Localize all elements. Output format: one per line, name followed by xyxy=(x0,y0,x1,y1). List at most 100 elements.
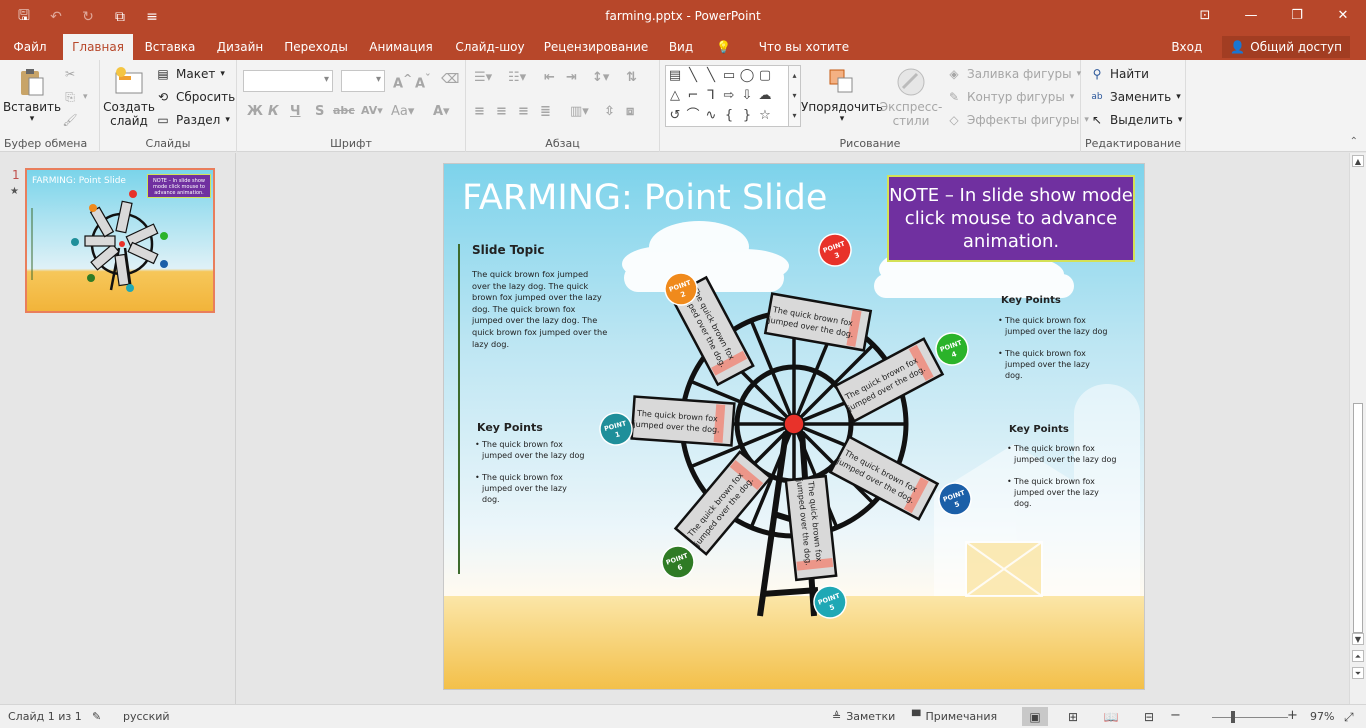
scroll-down-icon[interactable]: ▼ xyxy=(1352,633,1364,645)
slide-sorter-view-icon[interactable]: ⊞ xyxy=(1060,707,1086,726)
strikethrough-icon[interactable]: abc xyxy=(333,104,355,117)
cloud-shape-icon[interactable]: ☁ xyxy=(756,86,774,106)
point-badge[interactable]: POINT1 xyxy=(596,409,635,448)
customize-toolbar-icon[interactable]: ≡ xyxy=(138,5,166,29)
shape-effects-button[interactable]: ◇ Эффекты фигуры ▾ xyxy=(946,112,1089,128)
slide-topic-heading[interactable]: Slide Topic xyxy=(472,243,544,257)
slide-topic-body[interactable]: The quick brown fox jumped over the lazy… xyxy=(472,269,608,350)
italic-button[interactable]: К xyxy=(268,104,279,119)
start-slideshow-icon[interactable]: ⧉ xyxy=(106,5,134,29)
right-key-points-heading-2[interactable]: Key Points xyxy=(1009,424,1069,435)
arrange-button[interactable]: Упорядочить ▾ xyxy=(801,66,883,124)
font-color-icon[interactable]: A▾ xyxy=(433,104,450,119)
slide-canvas[interactable]: The quick brown fox jumped over the dog. T… xyxy=(444,164,1144,689)
tab-transitions[interactable]: Переходы xyxy=(278,34,354,60)
shapes-gallery[interactable]: ▤ ╲ ╲ ▭ ◯ ▢ △ ⌐ ⅂ ⇨ ⇩ ☁ ↺ ⌒ ∿{} ☆ ▴ ▾ ▾ xyxy=(665,65,801,127)
smartart-icon[interactable]: ⧈ xyxy=(626,104,634,119)
bracket-shape-icon[interactable]: ⌐ xyxy=(684,86,702,106)
left-key-points-list[interactable]: The quick brown fox jumped over the lazy… xyxy=(475,439,585,516)
paste-button[interactable]: Вставить ▾ xyxy=(3,66,61,124)
tab-insert[interactable]: Вставка xyxy=(138,34,202,60)
close-button[interactable]: ✕ xyxy=(1320,0,1366,30)
right-key-points-list-1[interactable]: The quick brown fox jumped over the lazy… xyxy=(998,315,1108,392)
brace-left-shape-icon[interactable]: { xyxy=(720,106,738,126)
collapse-ribbon-icon[interactable]: ⌃ xyxy=(1350,136,1358,147)
normal-view-icon[interactable]: ▣ xyxy=(1022,707,1048,726)
reset-button[interactable]: ⟲ Сбросить xyxy=(155,89,235,105)
change-case-button[interactable]: Аа▾ xyxy=(391,104,414,119)
columns-icon[interactable]: ▥▾ xyxy=(570,104,589,119)
point-badge[interactable]: POINT3 xyxy=(814,229,855,270)
gallery-scroll[interactable]: ▴ ▾ ▾ xyxy=(788,66,800,126)
underline-button[interactable]: Ч xyxy=(290,104,301,119)
tab-animation[interactable]: Анимация xyxy=(362,34,440,60)
star-shape-icon[interactable]: ☆ xyxy=(756,106,774,126)
fit-slide-icon[interactable]: ⤢ xyxy=(1344,710,1354,725)
ribbon-display-options-icon[interactable]: ⊡ xyxy=(1182,0,1228,30)
windmill-blade[interactable]: The quick brown foxjumped over the dog. xyxy=(833,337,945,423)
slide-thumbnail[interactable]: FARMING: Point Slide NOTE – In slide sho… xyxy=(25,168,215,313)
font-size-combo[interactable] xyxy=(341,70,385,92)
textbox-shape-icon[interactable]: ▤ xyxy=(666,66,684,86)
bold-button[interactable]: Ж xyxy=(247,104,263,119)
zoom-slider-track[interactable] xyxy=(1212,717,1288,718)
align-right-icon[interactable]: ≡ xyxy=(518,104,529,119)
find-button[interactable]: ⚲ Найти xyxy=(1089,66,1149,82)
point-badge[interactable]: POINT6 xyxy=(657,541,698,582)
clear-format-icon[interactable]: ⌫ xyxy=(441,72,459,87)
slideshow-view-icon[interactable]: ⊟ xyxy=(1136,707,1162,726)
zoom-level[interactable]: 97% xyxy=(1310,710,1334,723)
zoom-in-button[interactable]: + xyxy=(1287,708,1298,723)
reading-view-icon[interactable]: 📖 xyxy=(1098,707,1124,726)
tab-view[interactable]: Вид xyxy=(662,34,700,60)
redo-icon[interactable]: ↻ xyxy=(74,5,102,29)
scroll-up-icon[interactable]: ▲ xyxy=(1352,155,1364,167)
line-shape-icon[interactable]: ╲ xyxy=(702,66,720,86)
font-name-combo[interactable] xyxy=(243,70,333,92)
windmill-blade[interactable]: The quick brown foxjumped over the dog. xyxy=(763,292,873,352)
rectangle-shape-icon[interactable]: ▭ xyxy=(720,66,738,86)
right-key-points-heading-1[interactable]: Key Points xyxy=(1001,295,1061,306)
next-slide-icon[interactable]: ⏷ xyxy=(1352,667,1364,679)
line-shape-icon[interactable]: ╲ xyxy=(684,66,702,86)
triangle-shape-icon[interactable]: △ xyxy=(666,86,684,106)
windmill-blade[interactable]: The quick brown foxjumped over the dog. xyxy=(784,474,838,582)
minimize-button[interactable]: — xyxy=(1228,0,1274,30)
zoom-slider-knob[interactable] xyxy=(1231,711,1235,723)
previous-slide-icon[interactable]: ⏶ xyxy=(1352,650,1364,662)
windmill-blade[interactable]: The quick brown foxjumped over the dog. xyxy=(630,395,736,447)
connector-shape-icon[interactable]: ⅂ xyxy=(702,86,720,106)
bullets-icon[interactable]: ☰▾ xyxy=(474,70,492,85)
numbering-icon[interactable]: ☷▾ xyxy=(508,70,526,85)
shadow-button[interactable]: S xyxy=(315,104,324,119)
quick-styles-button[interactable]: Экспресс- стили xyxy=(880,66,942,128)
shrink-font-icon[interactable]: Aˇ xyxy=(415,72,430,91)
rounded-rect-shape-icon[interactable]: ▢ xyxy=(756,66,774,86)
tab-design[interactable]: Дизайн xyxy=(209,34,271,60)
curve-shape-icon[interactable]: ↺ xyxy=(666,106,684,126)
spelling-icon[interactable]: ✎ xyxy=(92,710,101,723)
char-spacing-icon[interactable]: AV▾ xyxy=(361,104,383,117)
left-key-points-heading[interactable]: Key Points xyxy=(477,421,543,434)
language-indicator[interactable]: русский xyxy=(123,710,170,723)
align-text-icon[interactable]: ⇳ xyxy=(604,104,615,119)
layout-button[interactable]: ▤ Макет ▾ xyxy=(155,66,225,82)
arc-shape-icon[interactable]: ⌒ xyxy=(684,106,702,126)
align-center-icon[interactable]: ≡ xyxy=(496,104,507,119)
oval-shape-icon[interactable]: ◯ xyxy=(738,66,756,86)
align-left-icon[interactable]: ≡ xyxy=(474,104,485,119)
arrow-right-shape-icon[interactable]: ⇨ xyxy=(720,86,738,106)
select-button[interactable]: ↖ Выделить ▾ xyxy=(1089,112,1182,128)
shape-outline-button[interactable]: ✎ Контур фигуры ▾ xyxy=(946,89,1074,105)
brace-right-shape-icon[interactable]: } xyxy=(738,106,756,126)
grow-font-icon[interactable]: A^ xyxy=(393,72,412,91)
tell-me-box[interactable]: 💡 Что вы хотите сделать? xyxy=(716,34,872,80)
note-box[interactable]: NOTE – In slide show mode click mouse to… xyxy=(887,175,1135,262)
copy-button[interactable]: ⎘ ▾ xyxy=(62,89,87,105)
windmill-blade[interactable]: The quick brown foxjumped over the dog. xyxy=(828,435,940,521)
right-key-points-list-2[interactable]: The quick brown fox jumped over the lazy… xyxy=(1007,443,1117,520)
slide-title[interactable]: FARMING: Point Slide xyxy=(462,178,827,218)
tab-home[interactable]: Главная xyxy=(63,34,133,60)
line-spacing-icon[interactable]: ↕▾ xyxy=(592,70,609,85)
notes-button[interactable]: ≜ Заметки xyxy=(832,710,895,723)
